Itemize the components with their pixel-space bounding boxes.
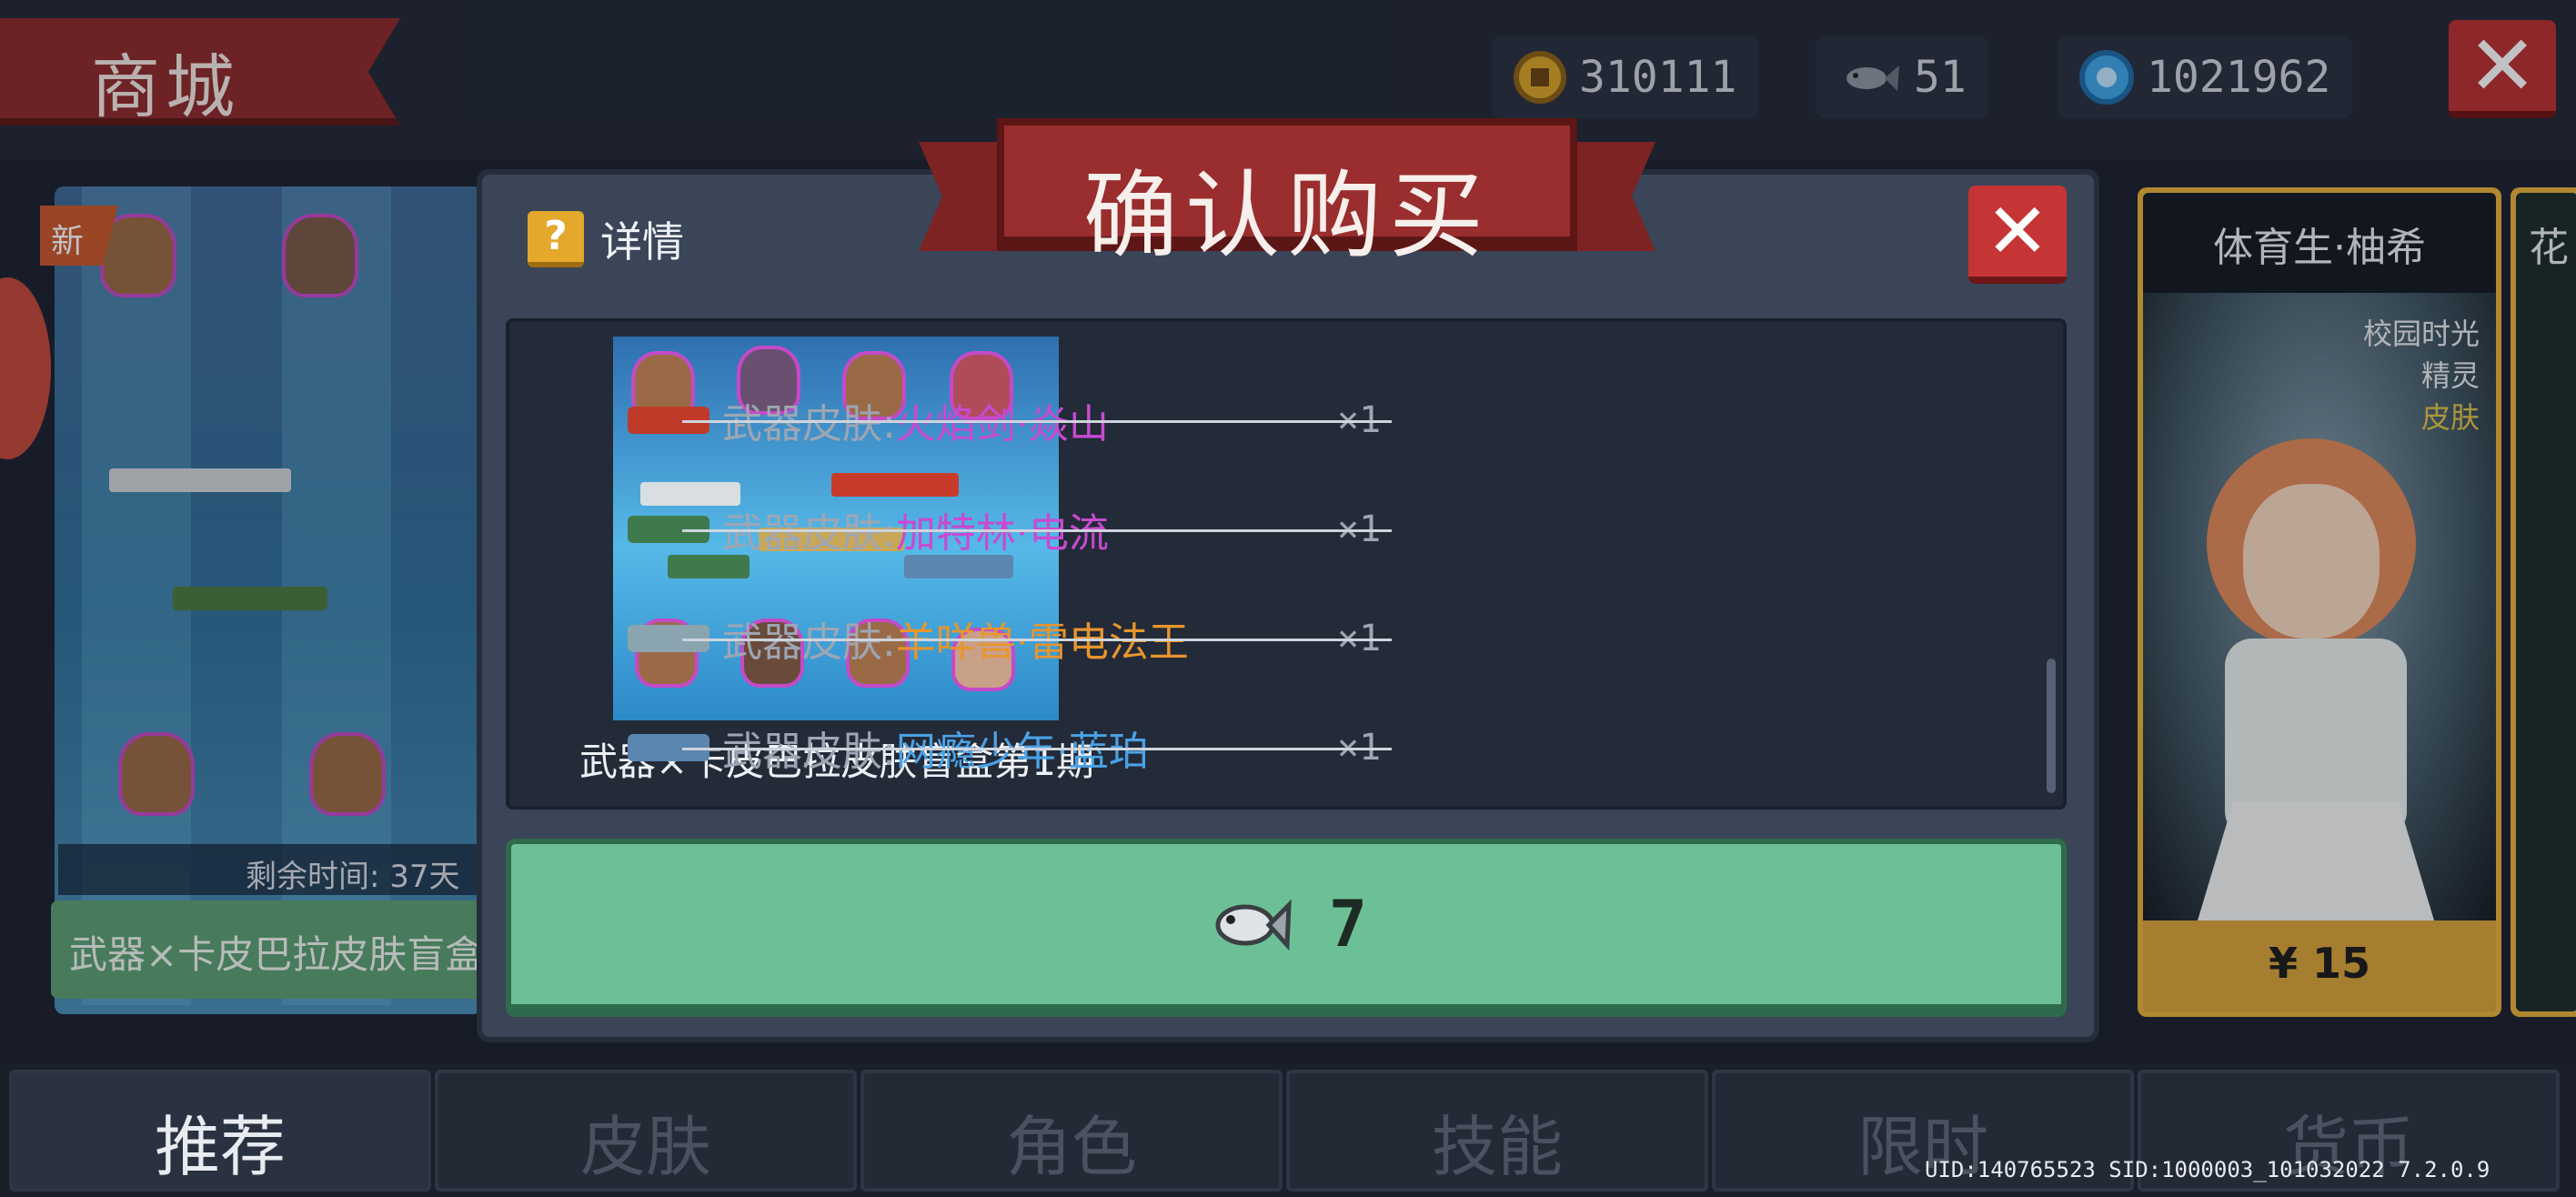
buy-price: 7	[1328, 887, 1368, 961]
close-icon: ✕	[1985, 186, 2050, 276]
tab-0[interactable]: 推荐	[9, 1070, 431, 1192]
dialog-close-button[interactable]: ✕	[1968, 186, 2067, 284]
owned-strikethrough	[682, 748, 1392, 750]
tab-1[interactable]: 皮肤	[435, 1070, 857, 1192]
fish-icon	[1215, 899, 1292, 951]
owned-strikethrough	[682, 529, 1392, 532]
owned-strikethrough	[682, 420, 1392, 423]
owned-strikethrough	[682, 639, 1392, 641]
uid-version-label: UID:140765523 SID:1000003_101032022 7.2.…	[1925, 1157, 2490, 1182]
detail-label: 详情	[600, 217, 684, 267]
question-icon[interactable]: ?	[528, 211, 584, 267]
buy-button[interactable]: 7	[506, 839, 2067, 1017]
item-list-scrollbar[interactable]	[2047, 659, 2056, 793]
tab-3[interactable]: 技能	[1286, 1070, 1708, 1192]
reward-item: 武器皮肤: 网瘾少年·蓝珀 ×1	[628, 720, 1392, 775]
tab-2[interactable]: 角色	[860, 1070, 1283, 1192]
dialog-title: 确认购买	[1082, 160, 1491, 271]
dialog-title-banner: 确认购买	[919, 118, 1655, 273]
detail-header[interactable]: ? 详情	[528, 209, 684, 269]
reward-item: 武器皮肤: 羊咩兽·雷电法王 ×1	[628, 611, 1392, 666]
reward-item: 武器皮肤: 加特林·电流 ×1	[628, 502, 1392, 557]
reward-item: 武器皮肤: 火焰剑·焱山 ×1	[628, 393, 1392, 448]
